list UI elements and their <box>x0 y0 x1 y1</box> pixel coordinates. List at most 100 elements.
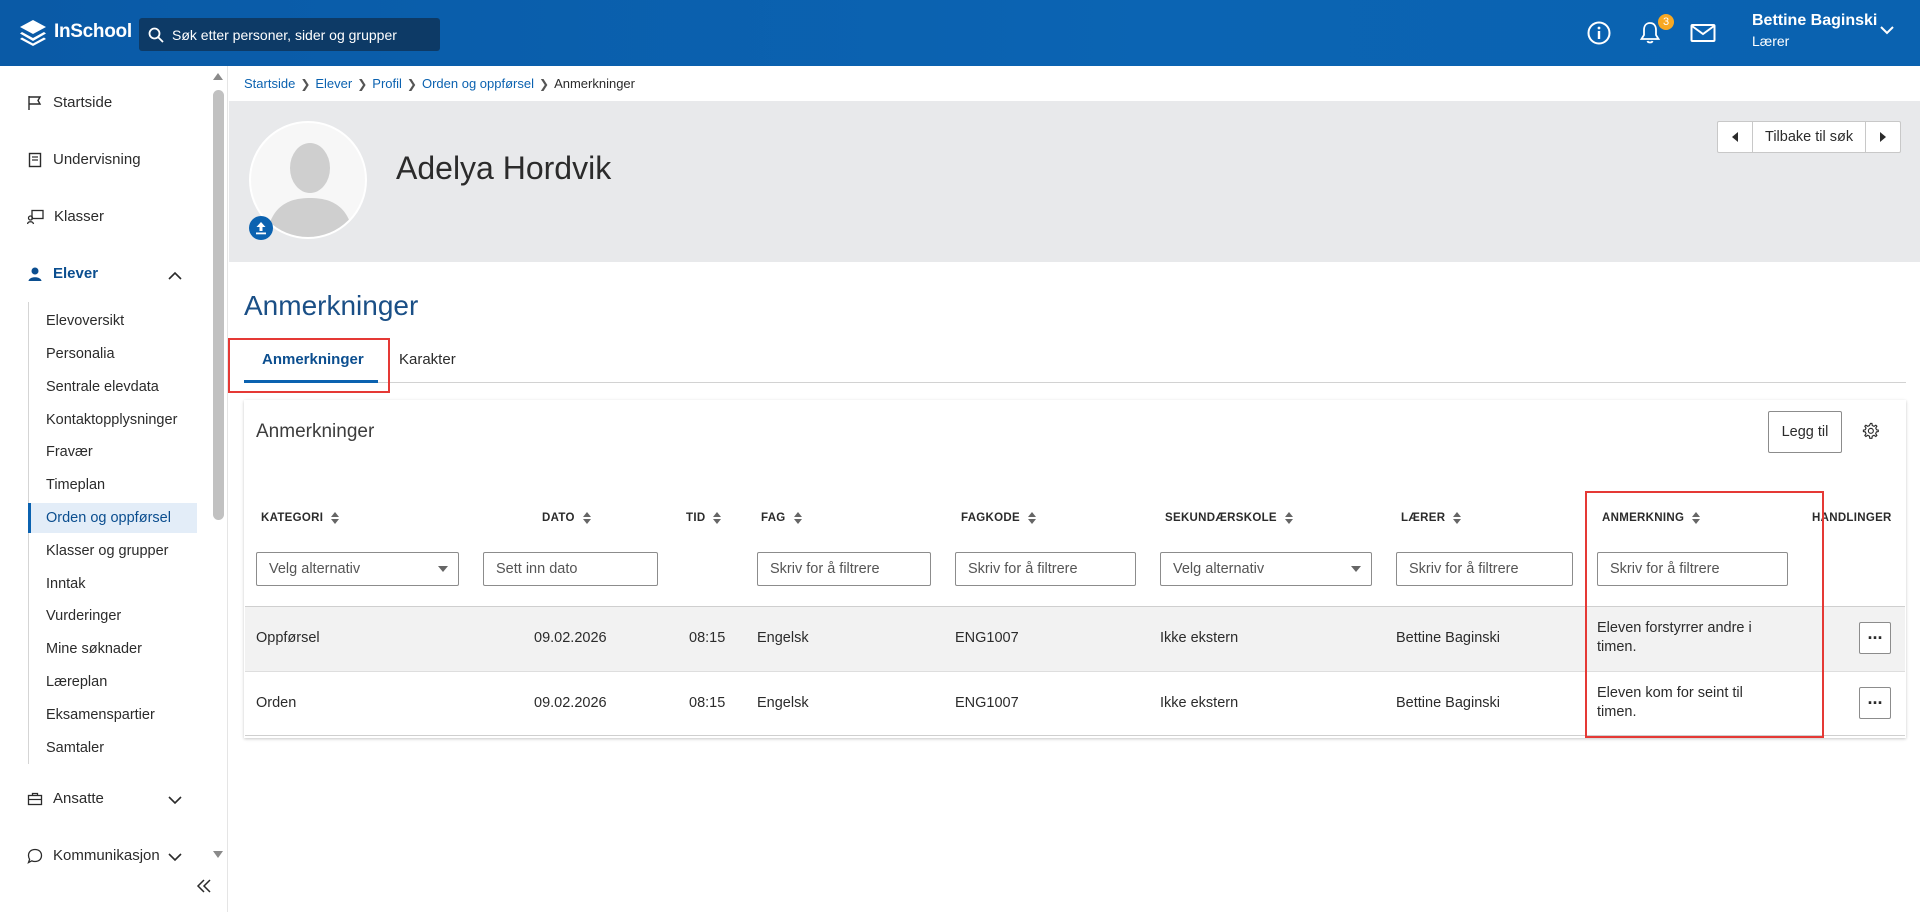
chat-icon <box>27 848 43 864</box>
user-name: Bettine Baginski <box>1752 12 1878 29</box>
fag-filter-input[interactable] <box>757 552 931 586</box>
sort-icon <box>1027 512 1036 524</box>
sidebar-item-kommunikasjon[interactable]: Kommunikasjon <box>27 847 160 864</box>
dropdown-arrow-icon <box>1351 566 1361 572</box>
sidebar-item-label: Kommunikasjon <box>53 847 160 864</box>
user-menu[interactable]: Bettine Baginski Lærer <box>1752 12 1877 49</box>
highlight-box-tab <box>228 338 390 393</box>
breadcrumb-separator: ❯ <box>357 76 368 91</box>
chevron-down-icon[interactable] <box>168 796 182 805</box>
upload-photo-button[interactable] <box>249 216 273 240</box>
scroll-up-arrow-icon[interactable] <box>212 71 224 81</box>
sidebar-subitem-fravaer[interactable]: Fravær <box>28 437 197 467</box>
cell-fagkode: ENG1007 <box>955 630 1019 646</box>
cell-tid: 08:15 <box>689 695 726 711</box>
cell-kategori: Oppførsel <box>256 630 320 646</box>
student-name: Adelya Hordvik <box>396 150 612 186</box>
chevron-down-icon[interactable] <box>1880 25 1894 35</box>
tab-bar: Anmerkninger Karakter <box>244 345 1906 383</box>
sidebar: Startside Undervisning Klasser Elever El… <box>0 66 228 912</box>
column-header-fag[interactable]: FAG <box>761 512 802 524</box>
global-search[interactable] <box>139 18 440 51</box>
column-header-larer[interactable]: LÆRER <box>1401 512 1462 524</box>
user-role: Lærer <box>1752 33 1790 49</box>
sort-icon <box>1453 512 1462 524</box>
column-header-sekundarskole[interactable]: SEKUNDÆRSKOLE <box>1165 512 1293 524</box>
breadcrumb-link-elever[interactable]: Elever <box>315 76 352 91</box>
fagkode-filter-input[interactable] <box>955 552 1136 586</box>
chevron-up-icon[interactable] <box>168 271 182 280</box>
column-header-kategori[interactable]: KATEGORI <box>261 512 340 524</box>
cell-larer: Bettine Baginski <box>1396 630 1500 646</box>
sidebar-item-klasser[interactable]: Klasser <box>27 208 104 225</box>
sidebar-subitem-eksamenspartier[interactable]: Eksamenspartier <box>28 700 197 730</box>
sidebar-subitem-mine-soknader[interactable]: Mine søknader <box>28 634 197 664</box>
sidebar-subitem-kontaktopplysninger[interactable]: Kontaktopplysninger <box>28 405 197 435</box>
flag-icon <box>28 95 42 110</box>
column-header-dato[interactable]: DATO <box>542 512 591 524</box>
cell-fag: Engelsk <box>757 630 809 646</box>
student-icon <box>28 267 42 281</box>
chevron-down-icon[interactable] <box>168 853 182 862</box>
row-actions-button[interactable]: ... <box>1859 687 1891 719</box>
sidebar-subitem-personalia[interactable]: Personalia <box>28 339 197 369</box>
page-title: Anmerkninger <box>244 290 419 321</box>
sekundarskole-filter-select[interactable]: Velg alternativ <box>1160 552 1372 586</box>
search-icon <box>148 27 164 43</box>
dato-filter-input[interactable] <box>483 552 658 586</box>
sidebar-subitem-samtaler[interactable]: Samtaler <box>28 733 197 763</box>
cell-fagkode: ENG1007 <box>955 695 1019 711</box>
sidebar-subitem-lareplan[interactable]: Læreplan <box>28 667 197 697</box>
sidebar-subitem-orden-og-oppforsel[interactable]: Orden og oppførsel <box>28 503 197 533</box>
sidebar-subitem-timeplan[interactable]: Timeplan <box>28 470 197 500</box>
app-logo[interactable]: InSchool <box>18 17 132 47</box>
cell-larer: Bettine Baginski <box>1396 695 1500 711</box>
sidebar-item-label: Ansatte <box>53 790 104 807</box>
add-button[interactable]: Legg til <box>1768 411 1842 453</box>
back-to-search-button[interactable]: Tilbake til søk <box>1752 122 1867 152</box>
column-header-label: FAGKODE <box>961 512 1020 524</box>
row-actions-button[interactable]: ... <box>1859 622 1891 654</box>
profile-pager: Tilbake til søk <box>1717 121 1902 153</box>
kategori-filter-select[interactable]: Velg alternativ <box>256 552 459 586</box>
highlight-box-anmerkning-column <box>1585 491 1824 738</box>
sidebar-subitem-elevoversikt[interactable]: Elevoversikt <box>28 306 197 336</box>
sidebar-item-startside[interactable]: Startside <box>27 94 112 111</box>
cell-dato: 09.02.2026 <box>534 695 607 711</box>
collapse-sidebar-icon[interactable] <box>196 879 212 893</box>
column-header-fagkode[interactable]: FAGKODE <box>961 512 1036 524</box>
sidebar-item-elever[interactable]: Elever <box>27 265 98 282</box>
larer-filter-input[interactable] <box>1396 552 1573 586</box>
sidebar-item-undervisning[interactable]: Undervisning <box>27 151 141 168</box>
sidebar-subitem-vurderinger[interactable]: Vurderinger <box>28 601 197 631</box>
previous-button[interactable] <box>1718 122 1752 152</box>
tab-karakter[interactable]: Karakter <box>399 345 456 383</box>
briefcase-icon <box>27 792 43 805</box>
column-header-label: TID <box>686 512 706 524</box>
column-header-label: FAG <box>761 512 786 524</box>
scroll-down-arrow-icon[interactable] <box>212 850 224 860</box>
gear-icon[interactable] <box>1862 422 1879 439</box>
breadcrumb-separator: ❯ <box>300 76 311 91</box>
sidebar-subitem-klasser-og-grupper[interactable]: Klasser og grupper <box>28 536 197 566</box>
sort-icon <box>1284 512 1293 524</box>
breadcrumb-link-profil[interactable]: Profil <box>372 76 402 91</box>
select-value: Velg alternativ <box>269 561 361 577</box>
notification-badge: 3 <box>1658 14 1674 30</box>
sidebar-item-label: Startside <box>53 94 113 111</box>
sidebar-subitem-inntak[interactable]: Inntak <box>28 569 197 599</box>
info-icon[interactable] <box>1587 21 1611 45</box>
search-input[interactable] <box>172 26 432 43</box>
sidebar-item-ansatte[interactable]: Ansatte <box>27 790 104 807</box>
top-bar: InSchool 3 Bettine Baginski Lærer <box>0 0 1920 66</box>
column-header-tid[interactable]: TID <box>686 512 722 524</box>
breadcrumb-link-orden[interactable]: Orden og oppførsel <box>422 76 534 91</box>
mail-icon[interactable] <box>1690 21 1716 45</box>
next-button[interactable] <box>1866 122 1900 152</box>
chalkboard-icon <box>27 209 44 224</box>
cell-dato: 09.02.2026 <box>534 630 607 646</box>
dropdown-arrow-icon <box>438 566 448 572</box>
sidebar-scrollbar-thumb[interactable] <box>213 90 224 520</box>
sidebar-subitem-sentrale-elevdata[interactable]: Sentrale elevdata <box>28 372 197 402</box>
breadcrumb-link-startside[interactable]: Startside <box>244 76 295 91</box>
